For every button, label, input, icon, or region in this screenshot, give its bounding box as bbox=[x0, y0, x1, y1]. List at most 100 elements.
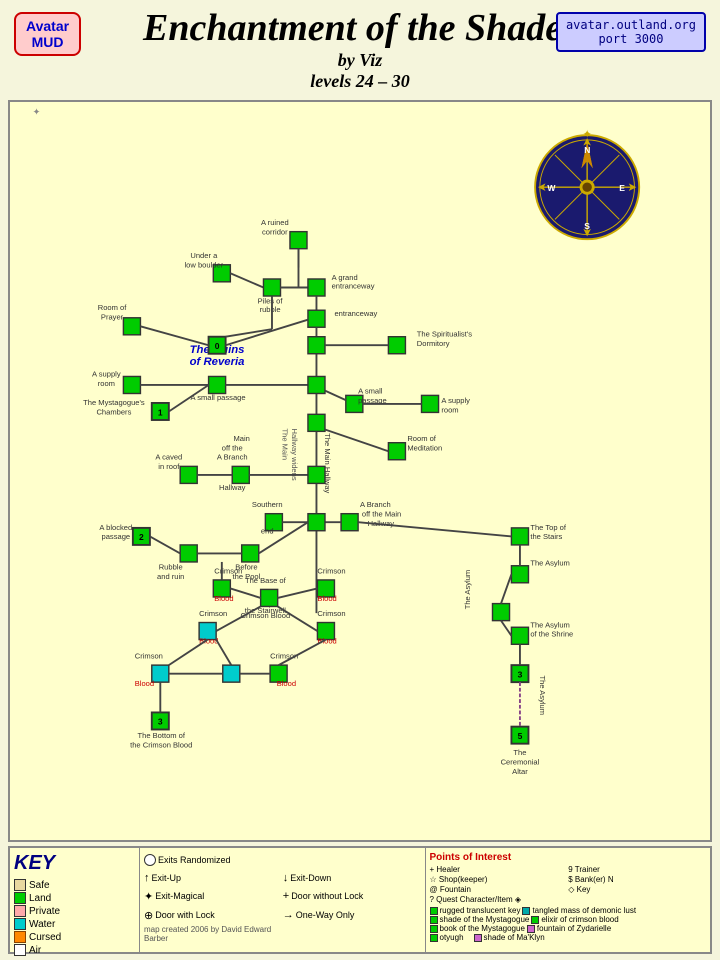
svg-text:Blood: Blood bbox=[277, 679, 296, 688]
svg-text:✦: ✦ bbox=[33, 107, 41, 118]
svg-text:Crimson: Crimson bbox=[135, 651, 163, 660]
legend: KEY Safe Land Private Water Cursed bbox=[8, 846, 712, 954]
map-svg: ✦ ✦ bbox=[10, 102, 710, 840]
svg-text:The Asylum: The Asylum bbox=[538, 675, 547, 715]
svg-text:A small passage: A small passage bbox=[190, 393, 245, 402]
page-wrapper: Avatar MUD Enchantment of the Shades by … bbox=[0, 0, 720, 960]
legend-exit-down: ↓Exit-Down bbox=[283, 870, 421, 887]
svg-text:The Bottom of: The Bottom of bbox=[138, 731, 186, 740]
svg-text:W: W bbox=[547, 183, 556, 193]
svg-text:Crimson: Crimson bbox=[199, 609, 227, 618]
svg-text:3: 3 bbox=[158, 717, 163, 727]
svg-text:Blood: Blood bbox=[135, 679, 154, 688]
sub-title-levels: levels 24 – 30 bbox=[4, 71, 716, 92]
legend-door-lock: ⊕Door with Lock bbox=[144, 906, 282, 924]
svg-text:Blood: Blood bbox=[214, 594, 233, 603]
legend-air: Air bbox=[14, 944, 135, 956]
svg-text:Altar: Altar bbox=[512, 767, 528, 776]
svg-text:The Base of: The Base of bbox=[245, 576, 287, 585]
map-credit: map created 2006 by David Edward Barber bbox=[144, 925, 282, 948]
svg-text:off the Main: off the Main bbox=[362, 509, 401, 518]
legend-exit-magical: ✦Exit-Magical bbox=[144, 888, 282, 906]
svg-text:entranceway: entranceway bbox=[332, 281, 375, 290]
svg-text:room: room bbox=[441, 405, 458, 414]
svg-text:Chambers: Chambers bbox=[96, 407, 131, 416]
svg-text:Crimson: Crimson bbox=[317, 566, 345, 575]
legend-door-no-lock: +Door without Lock bbox=[283, 888, 421, 906]
svg-text:Crimson: Crimson bbox=[214, 566, 242, 575]
legend-one-way: →One-Way Only bbox=[283, 906, 421, 924]
map-container: ✦ ✦ bbox=[8, 100, 712, 842]
legend-land: Land bbox=[14, 892, 135, 904]
svg-text:The Mystagogue's: The Mystagogue's bbox=[83, 398, 145, 407]
svg-text:of the Shrine: of the Shrine bbox=[530, 630, 573, 639]
svg-text:E: E bbox=[619, 183, 625, 193]
svg-text:The Spiritualist's: The Spiritualist's bbox=[417, 330, 472, 339]
svg-text:A ruined: A ruined bbox=[261, 218, 289, 227]
svg-text:Rubble: Rubble bbox=[159, 562, 183, 571]
legend-exits-rand: Exits Randomized bbox=[144, 852, 282, 869]
svg-text:The Asylum: The Asylum bbox=[463, 570, 472, 610]
legend-poi: Points of Interest + Healer 9 Trainer ☆ … bbox=[426, 848, 711, 952]
legend-exit-up: ↑Exit-Up bbox=[144, 870, 282, 887]
svg-text:The Asylum: The Asylum bbox=[530, 559, 570, 568]
poi-healer: + Healer bbox=[430, 865, 568, 874]
svg-text:Hallway: Hallway bbox=[219, 483, 246, 492]
svg-text:Prayer: Prayer bbox=[101, 312, 124, 321]
svg-text:A supply: A supply bbox=[441, 396, 470, 405]
svg-text:5: 5 bbox=[518, 731, 523, 741]
poi-book-mystagogue: book of the Mystagogue fountain of Zydar… bbox=[430, 924, 707, 933]
svg-text:the Stairs: the Stairs bbox=[530, 532, 562, 541]
svg-text:A blocked: A blocked bbox=[99, 523, 132, 532]
svg-text:of Reveria: of Reveria bbox=[190, 356, 245, 368]
sub-title-by: by Viz bbox=[4, 50, 716, 71]
avatar-badge: Avatar MUD bbox=[14, 12, 81, 56]
legend-cursed: Cursed bbox=[14, 931, 135, 943]
svg-text:✦: ✦ bbox=[582, 129, 592, 141]
svg-text:corridor: corridor bbox=[262, 227, 288, 236]
svg-text:A supply: A supply bbox=[92, 369, 121, 378]
svg-text:Hallway widens: Hallway widens bbox=[290, 428, 299, 480]
poi-translucent-key: rugged translucent key tangled mass of d… bbox=[430, 906, 707, 915]
poi-title: Points of Interest bbox=[430, 852, 707, 863]
svg-text:Southern: Southern bbox=[252, 500, 283, 509]
legend-key: KEY Safe Land Private Water Cursed bbox=[10, 848, 140, 952]
poi-key: ◇ Key bbox=[568, 885, 706, 894]
svg-text:Blood: Blood bbox=[317, 636, 336, 645]
svg-text:Crimson Blood: Crimson Blood bbox=[241, 611, 291, 620]
svg-text:Blood: Blood bbox=[317, 594, 336, 603]
legend-safe: Safe bbox=[14, 879, 135, 891]
svg-text:The Main Hallway: The Main Hallway bbox=[323, 433, 332, 493]
key-title: KEY bbox=[14, 852, 55, 875]
svg-text:end: end bbox=[261, 526, 274, 535]
svg-text:in roof: in roof bbox=[158, 462, 180, 471]
svg-text:low boulder: low boulder bbox=[184, 260, 223, 269]
svg-text:the Crimson Blood: the Crimson Blood bbox=[130, 740, 192, 749]
svg-text:rubble: rubble bbox=[260, 305, 281, 314]
svg-text:Main: Main bbox=[233, 434, 249, 443]
svg-text:room: room bbox=[98, 379, 115, 388]
svg-text:and ruin: and ruin bbox=[157, 572, 184, 581]
svg-text:The Asylum: The Asylum bbox=[530, 620, 570, 629]
svg-text:entranceway: entranceway bbox=[334, 309, 377, 318]
svg-text:3: 3 bbox=[518, 669, 523, 679]
svg-text:The Top of: The Top of bbox=[530, 523, 566, 532]
svg-text:Crimson: Crimson bbox=[317, 609, 345, 618]
poi-bank: $ Bank(er) N bbox=[568, 875, 706, 884]
svg-text:The: The bbox=[513, 748, 526, 757]
svg-text:A caved: A caved bbox=[155, 453, 182, 462]
svg-text:N: N bbox=[584, 145, 590, 155]
svg-text:passage: passage bbox=[102, 532, 131, 541]
svg-text:Room of: Room of bbox=[98, 303, 127, 312]
header: Avatar MUD Enchantment of the Shades by … bbox=[0, 0, 720, 96]
svg-text:1: 1 bbox=[158, 407, 163, 417]
svg-text:A Branch: A Branch bbox=[217, 453, 248, 462]
poi-shop: ☆ Shop(keeper) bbox=[430, 875, 568, 884]
svg-text:2: 2 bbox=[139, 532, 144, 542]
svg-text:S: S bbox=[584, 221, 590, 231]
poi-quest: ? Quest Character/Item ◈ bbox=[430, 895, 707, 904]
poi-shade-mystagogue: shade of the Mystagogue elixir of crimso… bbox=[430, 915, 707, 924]
svg-text:Under a: Under a bbox=[190, 251, 218, 260]
poi-fountain: @ Fountain bbox=[430, 885, 568, 894]
legend-private: Private bbox=[14, 905, 135, 917]
